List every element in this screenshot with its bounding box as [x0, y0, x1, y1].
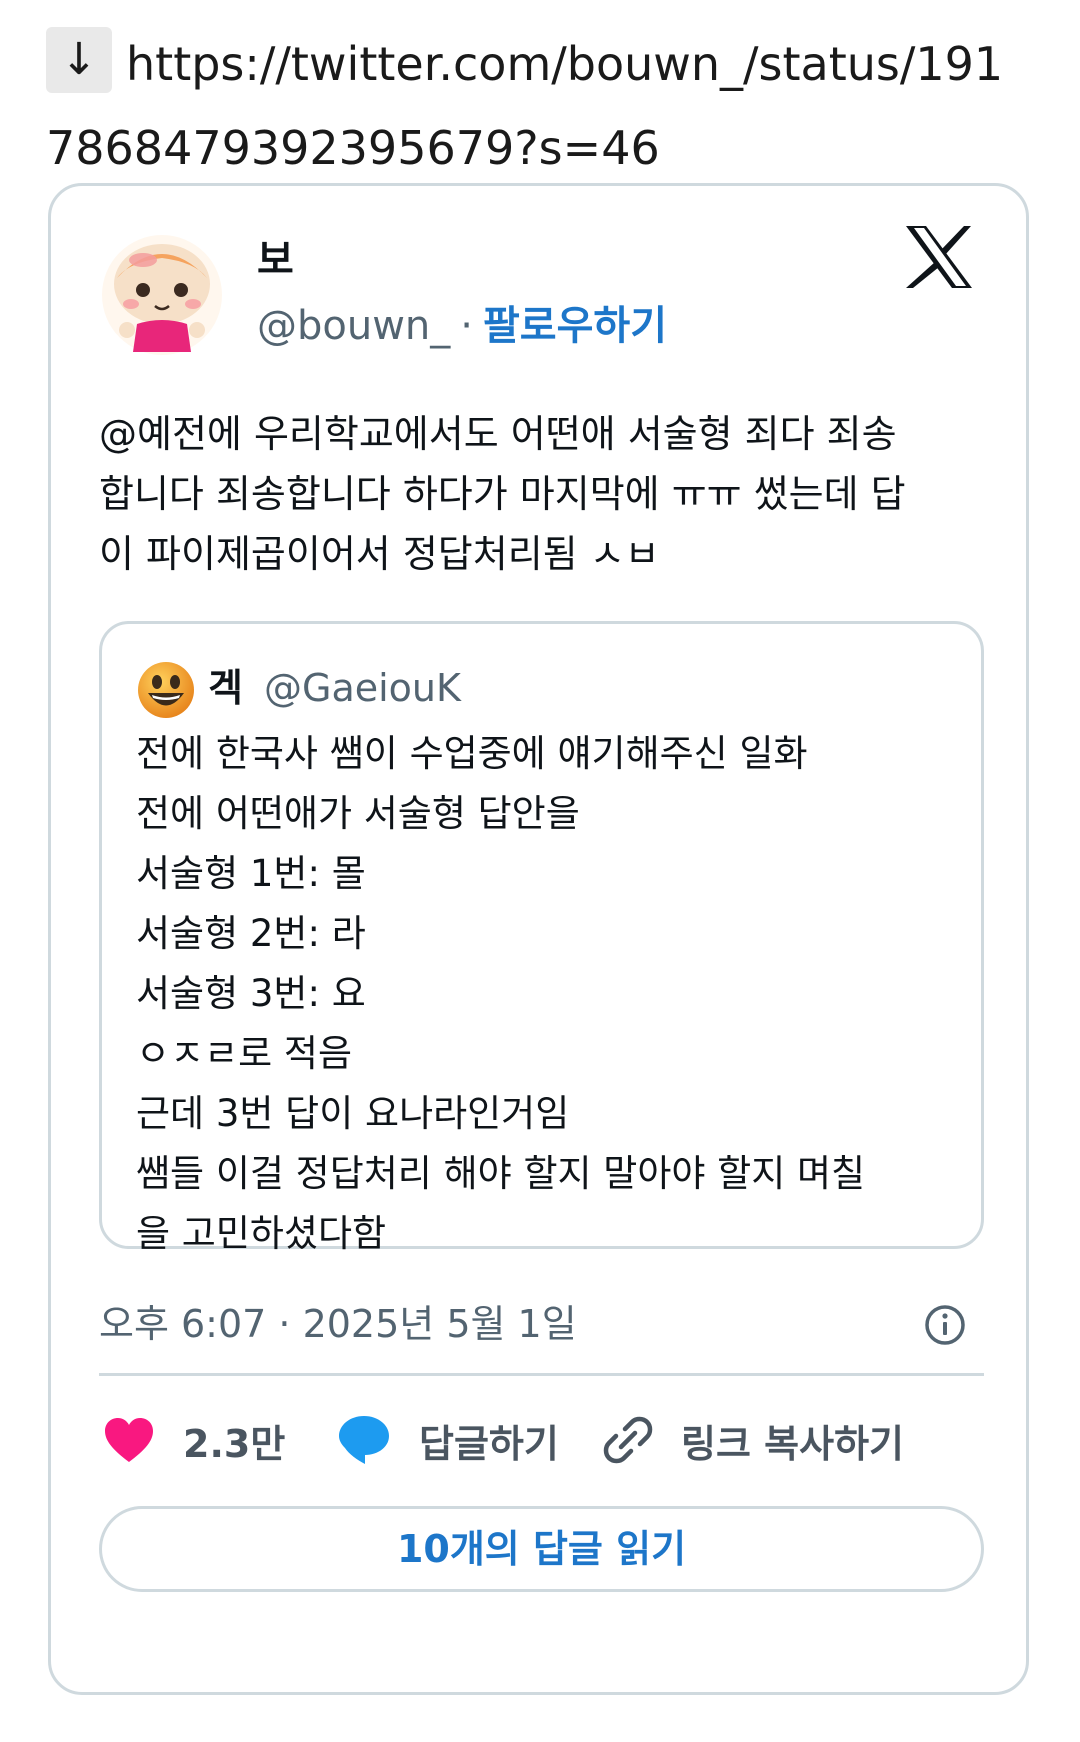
speech-bubble-icon	[339, 1416, 389, 1464]
tweet-embed-card: 보 @bouwn_ · 팔로우하기 @예전에 우리학교에서도 어떤애 서술형 죄다 …	[48, 183, 1029, 1695]
tweet-url[interactable]: https://twitter.com/bouwn_/status/191786…	[46, 37, 1003, 175]
quoted-tweet-text: 전에 한국사 쌤이 수업중에 얘기해주신 일화 전에 어떤애가 서술형 답안을 …	[136, 732, 866, 1255]
like-count: 2.3만	[183, 1421, 286, 1466]
reply-label: 답글하기	[419, 1421, 559, 1466]
display-name[interactable]: 보	[257, 236, 294, 284]
info-icon[interactable]	[924, 1304, 966, 1346]
reply-button[interactable]: 답글하기	[337, 1396, 559, 1484]
quoted-display-name: 겍	[208, 666, 243, 710]
avatar[interactable]	[99, 232, 225, 358]
follow-button[interactable]: 팔로우하기	[483, 303, 667, 349]
copy-link-button[interactable]: 링크 복사하기	[603, 1396, 904, 1484]
copy-link-label: 링크 복사하기	[681, 1421, 904, 1466]
grinning-face-avatar	[138, 662, 194, 718]
x-logo-icon[interactable]	[904, 224, 974, 290]
read-replies-button[interactable]: 10개의 답글 읽기	[99, 1506, 984, 1592]
action-bar: 2.3만 답글하기 링크 복사하기	[99, 1396, 984, 1484]
divider	[99, 1373, 984, 1376]
user-handle[interactable]: @bouwn_	[257, 303, 450, 349]
tweet-timestamp[interactable]: 오후 6:07 · 2025년 5월 1일	[99, 1298, 577, 1350]
quoted-tweet[interactable]: 겍 @GaeiouK 전에 한국사 쌤이 수업중에 얘기해주신 일화 전에 어떤…	[99, 621, 984, 1255]
url-bar: ↓ https://twitter.com/bouwn_/status/19178…	[46, 22, 1026, 190]
download-arrow-icon[interactable]: ↓	[46, 27, 112, 93]
heart-icon	[105, 1418, 153, 1462]
separator-dot: ·	[460, 303, 473, 349]
quoted-user-handle: @GaeiouK	[264, 666, 461, 710]
tweet-text: @예전에 우리학교에서도 어떤애 서술형 죄다 죄송 합니다 죄송합니다 하다가…	[99, 412, 906, 576]
like-button[interactable]: 2.3만	[103, 1396, 285, 1484]
link-icon	[603, 1416, 653, 1464]
handle-row: @bouwn_ · 팔로우하기	[257, 300, 667, 352]
